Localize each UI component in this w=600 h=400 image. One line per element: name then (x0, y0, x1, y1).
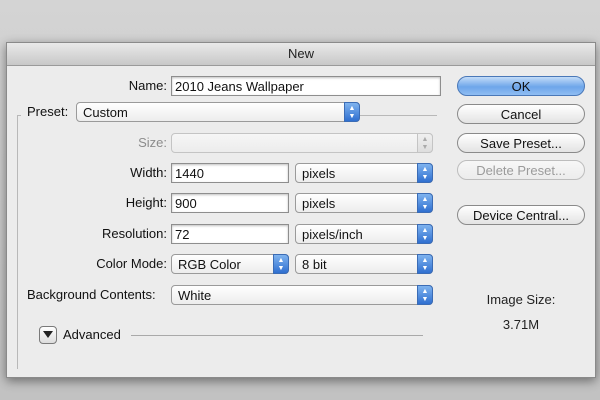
new-document-dialog: New Name: 2010 Jeans Wallpaper Preset: C… (6, 42, 596, 378)
size-label: Size: (138, 135, 167, 150)
cancel-button[interactable]: Cancel (457, 104, 585, 124)
name-label: Name: (128, 78, 167, 93)
height-unit-select[interactable]: pixels ▲ ▼ (295, 193, 433, 213)
delete-preset-button[interactable]: Delete Preset... (457, 160, 585, 180)
image-size-value: 3.71M (502, 317, 540, 332)
resolution-field[interactable]: 72 (171, 224, 289, 244)
image-size-label: Image Size: (486, 292, 556, 307)
advanced-label: Advanced (63, 327, 121, 342)
device-central-button[interactable]: Device Central... (457, 205, 585, 225)
updown-arrows-icon: ▲ ▼ (273, 254, 289, 274)
bit-depth-select[interactable]: 8 bit ▲ ▼ (295, 254, 433, 274)
width-label: Width: (130, 165, 167, 180)
height-field[interactable]: 900 (171, 193, 289, 213)
name-field[interactable]: 2010 Jeans Wallpaper (171, 76, 441, 96)
resolution-label: Resolution: (101, 226, 167, 241)
bit-depth-value: 8 bit (302, 257, 327, 272)
width-unit-value: pixels (302, 166, 336, 181)
updown-arrows-icon: ▲ ▼ (417, 163, 433, 183)
preset-value: Custom (83, 105, 128, 120)
preset-select[interactable]: Custom ▲ ▼ (76, 102, 360, 122)
updown-arrows-icon: ▲ ▼ (417, 133, 433, 153)
width-field[interactable]: 1440 (171, 163, 289, 183)
color-mode-label: Color Mode: (96, 256, 167, 271)
background-contents-select[interactable]: White ▲ ▼ (171, 285, 433, 305)
disclosure-triangle-icon (43, 331, 53, 338)
background-contents-label: Background Contents: (27, 287, 156, 302)
ok-button[interactable]: OK (457, 76, 585, 96)
updown-arrows-icon: ▲ ▼ (417, 224, 433, 244)
height-label: Height: (125, 195, 167, 210)
save-preset-button[interactable]: Save Preset... (457, 133, 585, 153)
advanced-divider (131, 335, 423, 336)
color-mode-select[interactable]: RGB Color ▲ ▼ (171, 254, 289, 274)
resolution-unit-value: pixels/inch (302, 227, 363, 242)
dialog-title: New (7, 43, 595, 66)
size-select[interactable]: ▲ ▼ (171, 133, 433, 153)
preset-label: Preset: (21, 101, 79, 123)
resolution-unit-select[interactable]: pixels/inch ▲ ▼ (295, 224, 433, 244)
updown-arrows-icon: ▲ ▼ (344, 102, 360, 122)
updown-arrows-icon: ▲ ▼ (417, 285, 433, 305)
height-unit-value: pixels (302, 196, 336, 211)
advanced-disclosure-button[interactable] (39, 326, 57, 344)
updown-arrows-icon: ▲ ▼ (417, 254, 433, 274)
updown-arrows-icon: ▲ ▼ (417, 193, 433, 213)
color-mode-value: RGB Color (178, 257, 241, 272)
background-contents-value: White (178, 288, 212, 303)
width-unit-select[interactable]: pixels ▲ ▼ (295, 163, 433, 183)
